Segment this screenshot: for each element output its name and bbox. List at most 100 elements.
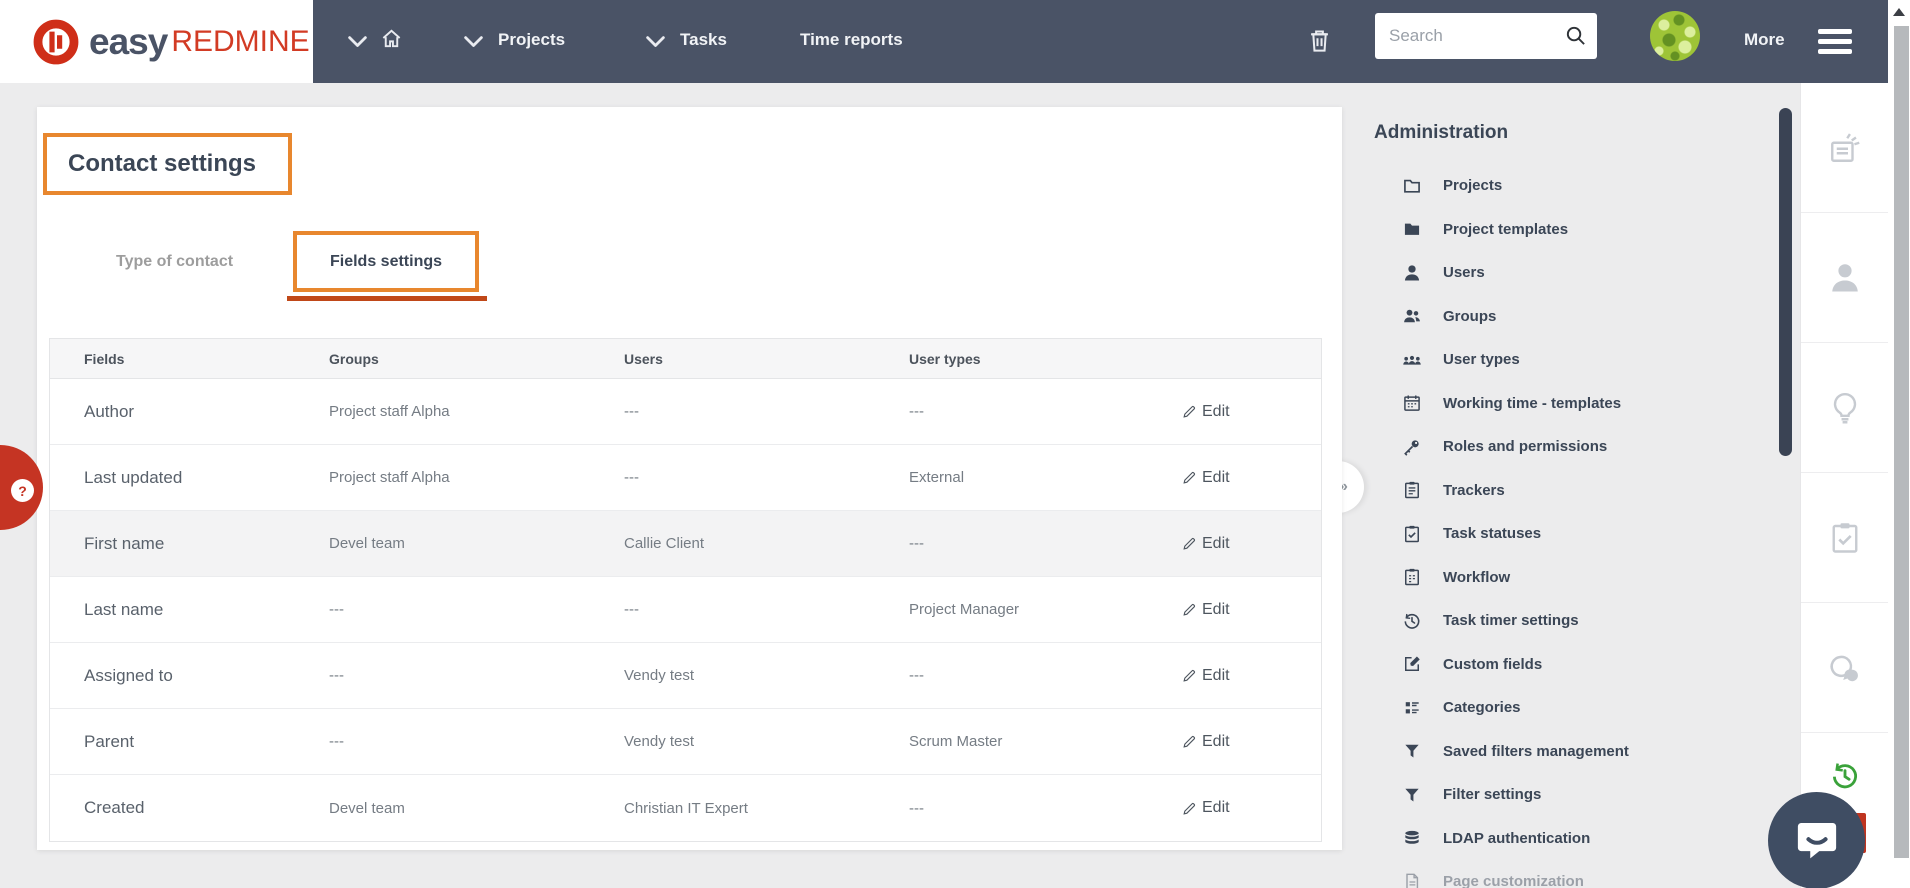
sidebar-item-workflow[interactable]: Workflow (1374, 556, 1774, 600)
table-row: First name Devel team Callie Client --- Edit (50, 511, 1321, 577)
cell-fields: Author (84, 401, 135, 421)
cell-user-types: --- (909, 535, 924, 552)
rail-button-news[interactable] (1801, 83, 1888, 213)
sidebar-item-categories[interactable]: Categories (1374, 686, 1774, 730)
sidebar-item-custom-fields[interactable]: Custom fields (1374, 643, 1774, 687)
sidebar-item-users[interactable]: Users (1374, 251, 1774, 295)
chat-icon (1827, 650, 1863, 686)
edit-label: Edit (1202, 666, 1230, 684)
edit-button[interactable]: Edit (1150, 733, 1321, 751)
sidebar-item-task-statuses[interactable]: Task statuses (1374, 512, 1774, 556)
edit-button[interactable]: Edit (1150, 535, 1321, 553)
sidebar-item-label: Categories (1443, 699, 1521, 717)
cell-fields: Created (84, 798, 145, 817)
cell-groups: --- (329, 667, 344, 684)
cell-users: --- (624, 601, 639, 618)
scroll-up-arrow-icon[interactable] (1893, 8, 1905, 16)
sidebar-item-user-types[interactable]: User types (1374, 338, 1774, 382)
sidebar-item-filter-settings[interactable]: Filter settings (1374, 773, 1774, 817)
scrollbar-thumb[interactable] (1894, 26, 1909, 858)
news-icon (1827, 130, 1863, 166)
more-button[interactable]: More (1744, 30, 1785, 50)
nav-item-time-reports[interactable]: Time reports (800, 30, 903, 50)
sidebar-item-label: Trackers (1443, 481, 1505, 499)
sidebar-item-label: User types (1443, 351, 1520, 369)
filter-icon (1402, 785, 1422, 805)
sidebar-item-label: Users (1443, 264, 1485, 282)
logo-text-redmine: REDMINE (171, 24, 310, 58)
timer-icon (1402, 611, 1422, 631)
menu-icon[interactable] (1818, 29, 1852, 59)
rail-button-bulb[interactable] (1801, 343, 1888, 473)
search-box (1375, 13, 1597, 59)
page-icon (1402, 872, 1422, 888)
sidebar-item-working-time-templates[interactable]: Working time - templates (1374, 382, 1774, 426)
cell-users: --- (624, 469, 639, 486)
chevron-down-icon[interactable] (644, 35, 667, 49)
rail-button-chat[interactable] (1801, 603, 1888, 733)
edit-label: Edit (1202, 600, 1230, 618)
table-header-row: Fields Groups Users User types (50, 339, 1321, 379)
edit-button[interactable]: Edit (1150, 601, 1321, 619)
folder-icon (1402, 176, 1422, 196)
active-tab-underline (287, 296, 487, 301)
top-navbar: easy REDMINE Projects Tasks Time reports… (0, 0, 1910, 83)
tab-type-of-contact[interactable]: Type of contact (116, 253, 233, 271)
sidebar-item-projects[interactable]: Projects (1374, 164, 1774, 208)
sidebar-heading: Administration (1374, 122, 1509, 143)
cell-user-types: External (909, 469, 965, 486)
sidebar-item-label: Custom fields (1443, 655, 1543, 673)
app-logo[interactable]: easy REDMINE (0, 0, 313, 83)
rail-button-task-check[interactable] (1801, 473, 1888, 603)
trash-icon[interactable] (1306, 25, 1333, 56)
nav-item-tasks[interactable]: Tasks (680, 30, 727, 50)
sidebar-item-trackers[interactable]: Trackers (1374, 469, 1774, 513)
edit-button[interactable]: Edit (1150, 403, 1321, 421)
cell-groups: --- (329, 601, 344, 618)
logo-text-easy: easy (89, 20, 168, 62)
table-row: Last updated Project staff Alpha --- Extern… (50, 445, 1321, 511)
sidebar-item-roles-and-permissions[interactable]: Roles and permissions (1374, 425, 1774, 469)
chevron-down-icon[interactable] (462, 35, 485, 49)
question-mark-icon: ? (11, 479, 34, 502)
search-icon[interactable] (1564, 24, 1587, 47)
sidebar-item-label: Saved filters management (1443, 742, 1629, 760)
chevron-down-icon[interactable] (346, 35, 369, 49)
sidebar-scrollbar-thumb[interactable] (1779, 108, 1792, 456)
sidebar-item-label: Projects (1443, 177, 1503, 195)
sidebar-item-page-customization[interactable]: Page customization (1374, 860, 1774, 888)
page-scrollbar[interactable] (1888, 0, 1910, 888)
sidebar-item-task-timer-settings[interactable]: Task timer settings (1374, 599, 1774, 643)
table-row: Created Devel team Christian IT Expert --- E… (50, 775, 1321, 841)
page-title: Contact settings (68, 150, 257, 177)
history-icon (1828, 759, 1862, 793)
sidebar-item-ldap-authentication[interactable]: LDAP authentication (1374, 817, 1774, 861)
fields-table: Fields Groups Users User types Author Projec… (49, 338, 1322, 842)
right-icon-rail (1800, 83, 1888, 888)
edit-button[interactable]: Edit (1150, 799, 1321, 817)
rail-button-person[interactable] (1801, 213, 1888, 343)
sidebar-item-project-templates[interactable]: Project templates (1374, 208, 1774, 252)
chat-launcher-button[interactable] (1768, 792, 1865, 888)
nav-item-projects[interactable]: Projects (498, 30, 565, 50)
cell-groups: Devel team (329, 535, 405, 552)
edit-button[interactable]: Edit (1150, 469, 1321, 487)
cell-fields: Parent (84, 731, 135, 751)
bulb-icon (1827, 390, 1863, 426)
table-row: Assigned to --- Vendy test --- Edit (50, 643, 1321, 709)
cell-users: Christian IT Expert (624, 799, 748, 817)
cell-groups: --- (329, 733, 344, 750)
sidebar-item-groups[interactable]: Groups (1374, 295, 1774, 339)
person-icon (1827, 260, 1863, 296)
sidebar-item-label: Roles and permissions (1443, 438, 1608, 456)
sidebar-item-saved-filters-management[interactable]: Saved filters management (1374, 730, 1774, 774)
tab-fields-settings[interactable]: Fields settings (293, 231, 479, 292)
pencil-icon (1181, 469, 1198, 486)
clipboard-list-icon (1402, 480, 1422, 500)
home-icon[interactable] (380, 27, 403, 50)
avatar[interactable] (1650, 11, 1700, 61)
table-row: Last name --- --- Project Manager Edit (50, 577, 1321, 643)
folder-filled-icon (1402, 219, 1422, 239)
column-header: Groups (329, 350, 379, 367)
edit-button[interactable]: Edit (1150, 667, 1321, 685)
